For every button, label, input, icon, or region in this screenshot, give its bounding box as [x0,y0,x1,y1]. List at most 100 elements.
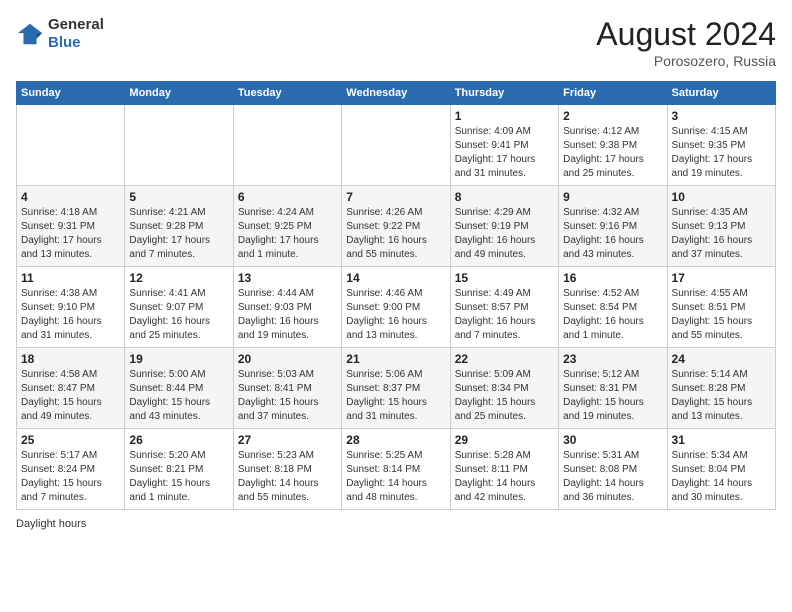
day-info: Sunrise: 4:44 AMSunset: 9:03 PMDaylight:… [238,287,337,343]
day-of-week-header: Monday [125,82,233,105]
day-number: 7 [346,190,445,204]
day-info: Sunrise: 4:41 AMSunset: 9:07 PMDaylight:… [129,287,228,343]
footer: Daylight hours [16,518,776,530]
day-info: Sunrise: 4:38 AMSunset: 9:10 PMDaylight:… [21,287,120,343]
logo-icon [16,20,44,48]
calendar-day-cell: 30 Sunrise: 5:31 AMSunset: 8:08 PMDayligh… [559,429,667,510]
day-info: Sunrise: 4:15 AMSunset: 9:35 PMDaylight:… [672,125,771,181]
day-number: 11 [21,271,120,285]
day-number: 20 [238,352,337,366]
day-number: 23 [563,352,662,366]
day-number: 24 [672,352,771,366]
calendar-day-cell: 13 Sunrise: 4:44 AMSunset: 9:03 PMDayligh… [233,267,341,348]
day-number: 8 [455,190,554,204]
calendar-day-cell: 1 Sunrise: 4:09 AMSunset: 9:41 PMDaylight… [450,105,558,186]
calendar-day-cell: 25Sunrise: 5:17 AMSunset: 8:24 PMDayligh… [17,429,125,510]
day-info: Sunrise: 5:12 AMSunset: 8:31 PMDaylight:… [563,368,662,424]
day-info: Sunrise: 5:28 AMSunset: 8:11 PMDaylight:… [455,449,554,505]
day-number: 29 [455,433,554,447]
day-number: 4 [21,190,120,204]
calendar-day-cell: 6 Sunrise: 4:24 AMSunset: 9:25 PMDaylight… [233,186,341,267]
calendar-day-cell: 22 Sunrise: 5:09 AMSunset: 8:34 PMDayligh… [450,348,558,429]
calendar-day-cell: 3 Sunrise: 4:15 AMSunset: 9:35 PMDaylight… [667,105,775,186]
calendar-day-cell: 29 Sunrise: 5:28 AMSunset: 8:11 PMDayligh… [450,429,558,510]
day-of-week-header: Tuesday [233,82,341,105]
calendar-day-cell: 4 Sunrise: 4:18 AMSunset: 9:31 PMDaylight… [17,186,125,267]
calendar-week-row: 4 Sunrise: 4:18 AMSunset: 9:31 PMDaylight… [17,186,776,267]
calendar-day-cell: 21Sunrise: 5:06 AMSunset: 8:37 PMDayligh… [342,348,450,429]
day-info: Sunrise: 5:14 AMSunset: 8:28 PMDaylight:… [672,368,771,424]
calendar-day-cell [233,105,341,186]
day-number: 6 [238,190,337,204]
calendar-day-cell: 17Sunrise: 4:55 AMSunset: 8:51 PMDayligh… [667,267,775,348]
day-number: 5 [129,190,228,204]
calendar-day-cell: 8 Sunrise: 4:29 AMSunset: 9:19 PMDaylight… [450,186,558,267]
day-info: Sunrise: 5:31 AMSunset: 8:08 PMDaylight:… [563,449,662,505]
month-year-title: August 2024 [596,16,776,53]
calendar-day-cell [125,105,233,186]
calendar-week-row: 11 Sunrise: 4:38 AMSunset: 9:10 PMDayligh… [17,267,776,348]
day-number: 2 [563,109,662,123]
calendar-week-row: 18Sunrise: 4:58 AMSunset: 8:47 PMDayligh… [17,348,776,429]
calendar-day-cell: 31Sunrise: 5:34 AMSunset: 8:04 PMDayligh… [667,429,775,510]
day-info: Sunrise: 5:23 AMSunset: 8:18 PMDaylight:… [238,449,337,505]
page-header: General Blue August 2024 Porosozero, Rus… [16,16,776,69]
day-info: Sunrise: 5:06 AMSunset: 8:37 PMDaylight:… [346,368,445,424]
header-row: SundayMondayTuesdayWednesdayThursdayFrid… [17,82,776,105]
calendar-day-cell: 19 Sunrise: 5:00 AMSunset: 8:44 PMDayligh… [125,348,233,429]
day-number: 9 [563,190,662,204]
day-info: Sunrise: 4:49 AMSunset: 8:57 PMDaylight:… [455,287,554,343]
day-number: 26 [129,433,228,447]
day-number: 13 [238,271,337,285]
calendar-week-row: 25Sunrise: 5:17 AMSunset: 8:24 PMDayligh… [17,429,776,510]
calendar-day-cell: 10Sunrise: 4:35 AMSunset: 9:13 PMDayligh… [667,186,775,267]
day-info: Sunrise: 4:55 AMSunset: 8:51 PMDaylight:… [672,287,771,343]
day-info: Sunrise: 5:09 AMSunset: 8:34 PMDaylight:… [455,368,554,424]
day-info: Sunrise: 4:21 AMSunset: 9:28 PMDaylight:… [129,206,228,262]
day-info: Sunrise: 4:18 AMSunset: 9:31 PMDaylight:… [21,206,120,262]
calendar-day-cell: 20 Sunrise: 5:03 AMSunset: 8:41 PMDayligh… [233,348,341,429]
day-info: Sunrise: 4:29 AMSunset: 9:19 PMDaylight:… [455,206,554,262]
day-number: 19 [129,352,228,366]
day-number: 30 [563,433,662,447]
day-info: Sunrise: 4:52 AMSunset: 8:54 PMDaylight:… [563,287,662,343]
calendar-day-cell: 26Sunrise: 5:20 AMSunset: 8:21 PMDayligh… [125,429,233,510]
calendar-day-cell: 11 Sunrise: 4:38 AMSunset: 9:10 PMDayligh… [17,267,125,348]
day-number: 3 [672,109,771,123]
day-of-week-header: Saturday [667,82,775,105]
day-number: 16 [563,271,662,285]
calendar-day-cell: 18Sunrise: 4:58 AMSunset: 8:47 PMDayligh… [17,348,125,429]
day-number: 14 [346,271,445,285]
day-info: Sunrise: 4:35 AMSunset: 9:13 PMDaylight:… [672,206,771,262]
day-number: 31 [672,433,771,447]
day-number: 22 [455,352,554,366]
calendar-week-row: 1 Sunrise: 4:09 AMSunset: 9:41 PMDaylight… [17,105,776,186]
calendar-header: SundayMondayTuesdayWednesdayThursdayFrid… [17,82,776,105]
calendar-day-cell: 12Sunrise: 4:41 AMSunset: 9:07 PMDayligh… [125,267,233,348]
calendar-day-cell: 15Sunrise: 4:49 AMSunset: 8:57 PMDayligh… [450,267,558,348]
calendar-day-cell: 16 Sunrise: 4:52 AMSunset: 8:54 PMDayligh… [559,267,667,348]
day-number: 1 [455,109,554,123]
calendar-table: SundayMondayTuesdayWednesdayThursdayFrid… [16,81,776,510]
day-info: Sunrise: 4:46 AMSunset: 9:00 PMDaylight:… [346,287,445,343]
day-info: Sunrise: 5:00 AMSunset: 8:44 PMDaylight:… [129,368,228,424]
day-info: Sunrise: 4:32 AMSunset: 9:16 PMDaylight:… [563,206,662,262]
logo-text: General Blue [48,16,104,52]
day-of-week-header: Sunday [17,82,125,105]
calendar-day-cell: 27Sunrise: 5:23 AMSunset: 8:18 PMDayligh… [233,429,341,510]
day-info: Sunrise: 5:25 AMSunset: 8:14 PMDaylight:… [346,449,445,505]
calendar-day-cell: 28Sunrise: 5:25 AMSunset: 8:14 PMDayligh… [342,429,450,510]
calendar-day-cell: 23 Sunrise: 5:12 AMSunset: 8:31 PMDayligh… [559,348,667,429]
day-info: Sunrise: 4:26 AMSunset: 9:22 PMDaylight:… [346,206,445,262]
day-of-week-header: Wednesday [342,82,450,105]
day-info: Sunrise: 5:03 AMSunset: 8:41 PMDaylight:… [238,368,337,424]
day-info: Sunrise: 4:24 AMSunset: 9:25 PMDaylight:… [238,206,337,262]
logo-general: General [48,16,104,34]
day-of-week-header: Thursday [450,82,558,105]
calendar-day-cell: 14 Sunrise: 4:46 AMSunset: 9:00 PMDayligh… [342,267,450,348]
day-info: Sunrise: 4:09 AMSunset: 9:41 PMDaylight:… [455,125,554,181]
location-subtitle: Porosozero, Russia [596,53,776,69]
day-of-week-header: Friday [559,82,667,105]
day-info: Sunrise: 4:12 AMSunset: 9:38 PMDaylight:… [563,125,662,181]
calendar-day-cell: 24 Sunrise: 5:14 AMSunset: 8:28 PMDayligh… [667,348,775,429]
